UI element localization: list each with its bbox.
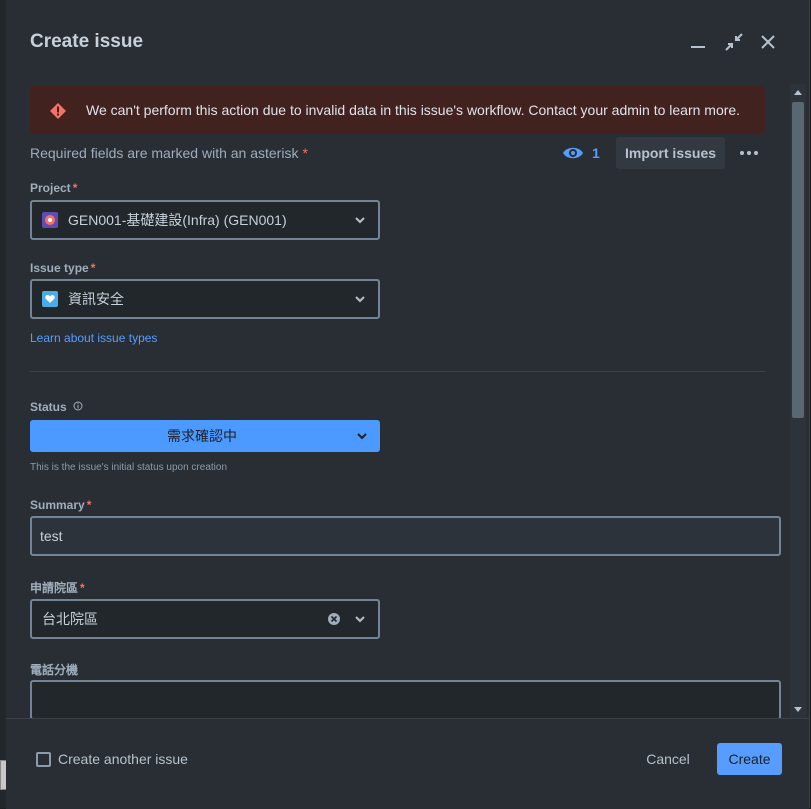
scrollbar-thumb[interactable] (792, 102, 804, 418)
campus-label: 申請院區 * (30, 579, 85, 596)
scroll-up-icon[interactable] (794, 90, 802, 95)
divider (30, 371, 765, 372)
project-avatar-icon (42, 212, 58, 228)
extension-input[interactable] (30, 680, 781, 718)
dialog-title: Create issue (30, 31, 144, 52)
campus-value: 台北院區 (42, 611, 98, 627)
status-helper-text: This is the issue's initial status upon … (30, 462, 228, 473)
issue-type-select[interactable]: 資訊安全 (30, 279, 380, 319)
issue-type-value: 資訊安全 (68, 291, 124, 307)
create-another-checkbox[interactable] (36, 752, 51, 767)
project-select[interactable]: GEN001-基礎建設(Infra) (GEN001) (30, 200, 380, 240)
import-issues-button[interactable]: Import issues (616, 137, 725, 169)
issue-type-asterisk: * (90, 261, 96, 275)
watch-button[interactable]: 1 (562, 142, 600, 164)
create-issue-dialog: Create issue We can't perform this actio… (6, 0, 810, 809)
status-label-text: Status (30, 400, 67, 414)
issue-type-icon (42, 291, 58, 307)
eye-icon (563, 147, 583, 159)
chevron-down-icon (348, 607, 372, 631)
campus-select[interactable]: 台北院區 (30, 599, 380, 639)
error-message: We can't perform this action due to inva… (86, 102, 741, 118)
collapse-icon[interactable] (722, 30, 746, 54)
campus-label-text: 申請院區 (30, 581, 79, 595)
scrollbar[interactable] (790, 84, 806, 718)
campus-asterisk: * (80, 581, 85, 595)
project-label: Project * (30, 181, 77, 195)
cancel-button[interactable]: Cancel (630, 743, 706, 775)
status-label: Status (30, 400, 83, 414)
close-icon[interactable] (756, 30, 780, 54)
dialog-footer: Create another issue Cancel Create (6, 718, 809, 809)
more-options-icon[interactable] (737, 142, 761, 164)
scroll-down-icon[interactable] (794, 707, 802, 712)
project-label-text: Project (30, 181, 71, 195)
error-icon (50, 103, 66, 119)
summary-asterisk: * (86, 498, 92, 512)
status-value: 需求確認中 (167, 428, 237, 444)
chevron-down-icon (348, 287, 372, 311)
chevron-down-icon (348, 208, 372, 232)
issue-type-label: Issue type * (30, 261, 95, 275)
info-icon (73, 401, 83, 411)
project-value: GEN001-基礎建設(Infra) (GEN001) (68, 212, 287, 228)
status-select[interactable]: 需求確認中 (30, 420, 380, 452)
create-another-label[interactable]: Create another issue (58, 751, 188, 767)
summary-label: Summary * (30, 498, 91, 512)
extension-label-text: 電話分機 (30, 663, 79, 677)
watch-count: 1 (592, 145, 600, 161)
dialog-header: Create issue (6, 0, 809, 84)
dialog-body: We can't perform this action due to inva… (6, 84, 790, 718)
create-button[interactable]: Create (717, 743, 782, 775)
extension-label: 電話分機 (30, 661, 78, 678)
summary-input[interactable] (30, 516, 781, 556)
learn-about-issue-types-link[interactable]: Learn about issue types (30, 331, 157, 345)
issue-type-label-text: Issue type (30, 261, 89, 275)
clear-icon[interactable] (326, 611, 342, 627)
chevron-down-icon (350, 424, 374, 448)
project-asterisk: * (72, 181, 78, 195)
error-banner: We can't perform this action due to inva… (30, 86, 765, 134)
required-asterisk: * (302, 145, 308, 161)
minimize-icon[interactable] (686, 30, 710, 54)
required-note: Required fields are marked with an aster… (30, 145, 308, 161)
required-note-text: Required fields are marked with an aster… (30, 145, 299, 161)
summary-label-text: Summary (30, 498, 85, 512)
